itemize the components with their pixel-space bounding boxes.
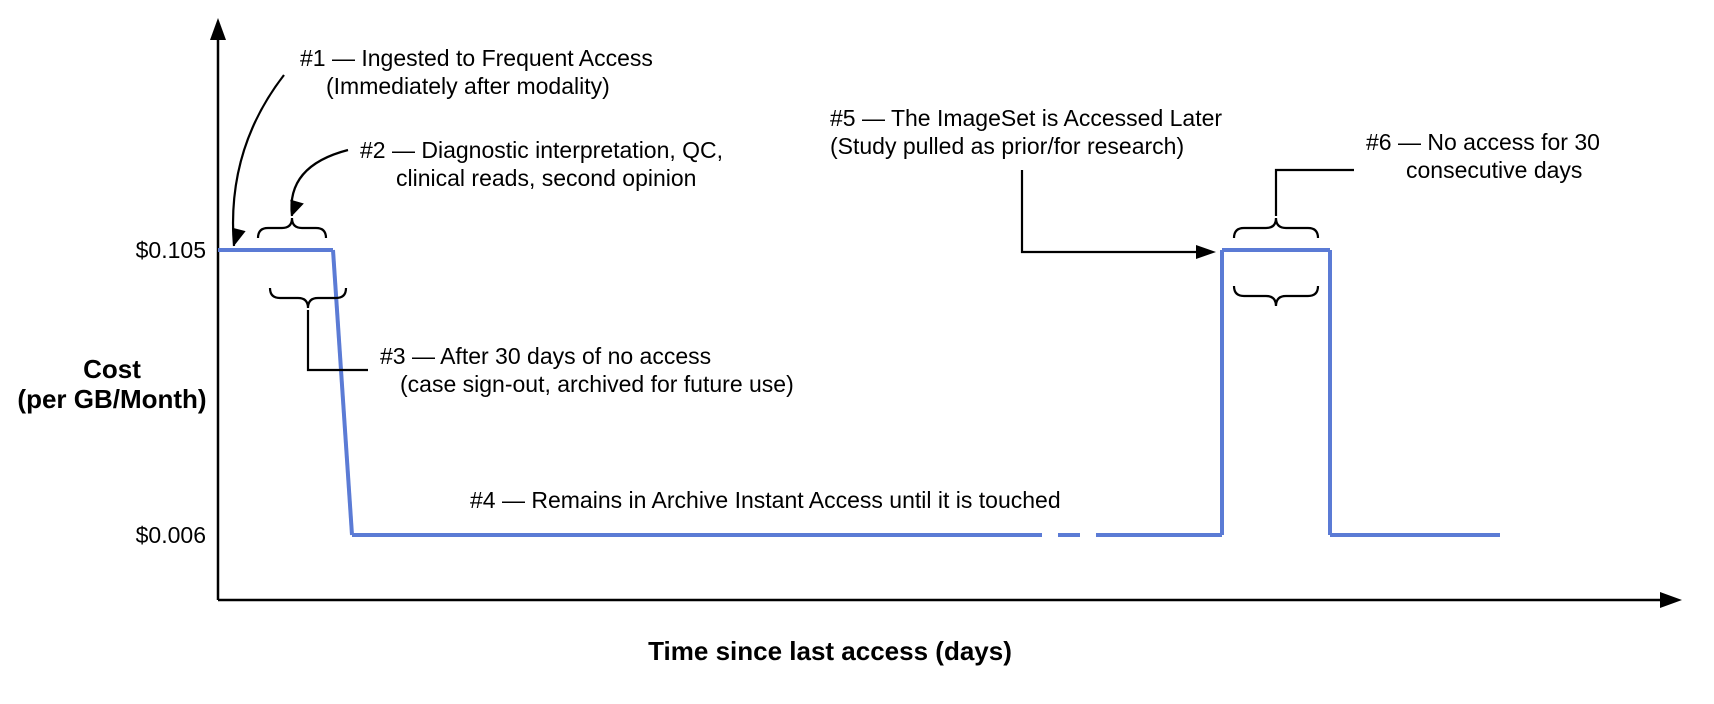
svg-text:#1 — Ingested to Frequent Acce: #1 — Ingested to Frequent Access: [300, 45, 653, 71]
annotation-2: #2 — Diagnostic interpretation, QC, clin…: [258, 137, 723, 238]
svg-text:consecutive days: consecutive days: [1406, 157, 1582, 183]
y-axis-label-line1: Cost: [83, 354, 141, 384]
ytick-low: $0.006: [136, 522, 206, 548]
annotation-3: #3 — After 30 days of no access (case si…: [270, 288, 794, 397]
svg-text:#6 — No access for 30: #6 — No access for 30: [1366, 129, 1600, 155]
svg-text:(Immediately after modality): (Immediately after modality): [326, 73, 610, 99]
svg-text:(Study pulled as prior/for res: (Study pulled as prior/for research): [830, 133, 1184, 159]
y-axis-label-line2: (per GB/Month): [17, 384, 206, 414]
svg-text:clinical reads, second opinion: clinical reads, second opinion: [396, 165, 696, 191]
cost-vs-time-diagram: $0.105 $0.006 Cost (per GB/Month) Time s…: [0, 0, 1714, 704]
annotation-4: #4 — Remains in Archive Instant Access u…: [470, 487, 1061, 513]
svg-text:(case sign-out, archived for f: (case sign-out, archived for future use): [400, 371, 794, 397]
svg-text:#5 — The ImageSet is Accessed: #5 — The ImageSet is Accessed Later: [830, 105, 1222, 131]
svg-text:#2 — Diagnostic interpretation: #2 — Diagnostic interpretation, QC,: [360, 137, 723, 163]
annotation-5: #5 — The ImageSet is Accessed Later (Stu…: [830, 105, 1222, 259]
ytick-high: $0.105: [136, 237, 206, 263]
svg-text:#3 — After 30 days of no acces: #3 — After 30 days of no access: [380, 343, 711, 369]
svg-text:#4 — Remains in Archive Instan: #4 — Remains in Archive Instant Access u…: [470, 487, 1061, 513]
annotation-6: #6 — No access for 30 consecutive days: [1234, 129, 1600, 306]
x-axis-label: Time since last access (days): [648, 636, 1012, 666]
